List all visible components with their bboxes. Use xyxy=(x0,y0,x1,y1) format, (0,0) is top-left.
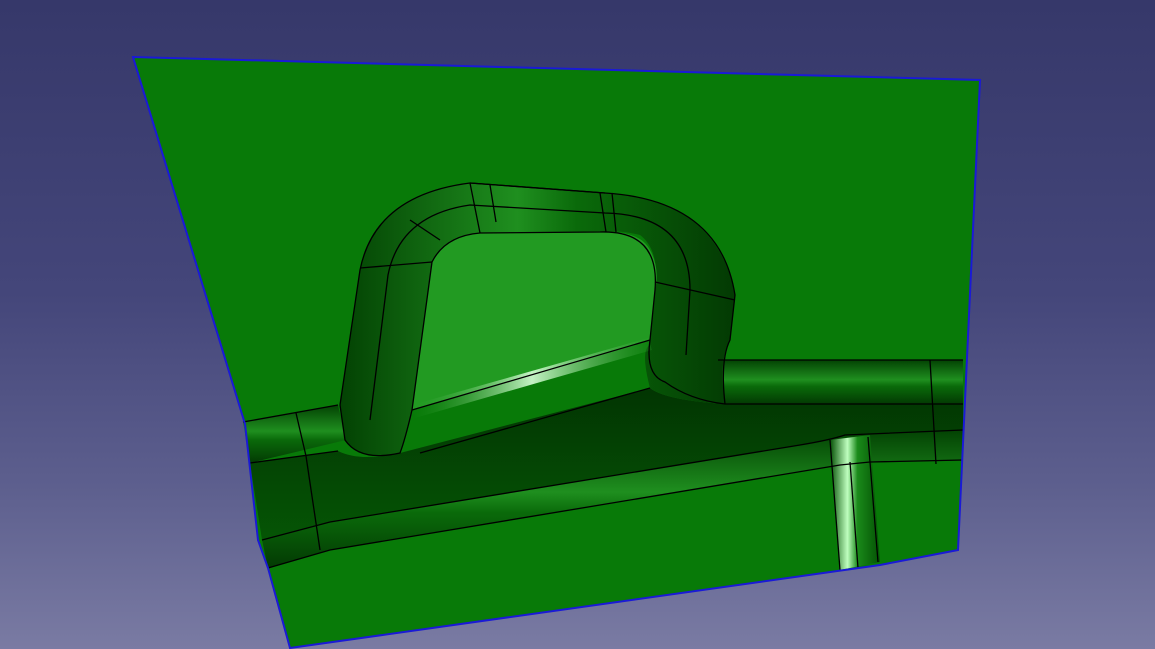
cad-part-render[interactable] xyxy=(0,0,1155,649)
3d-viewport[interactable] xyxy=(0,0,1155,649)
right-flange-fillet[interactable] xyxy=(717,360,963,404)
